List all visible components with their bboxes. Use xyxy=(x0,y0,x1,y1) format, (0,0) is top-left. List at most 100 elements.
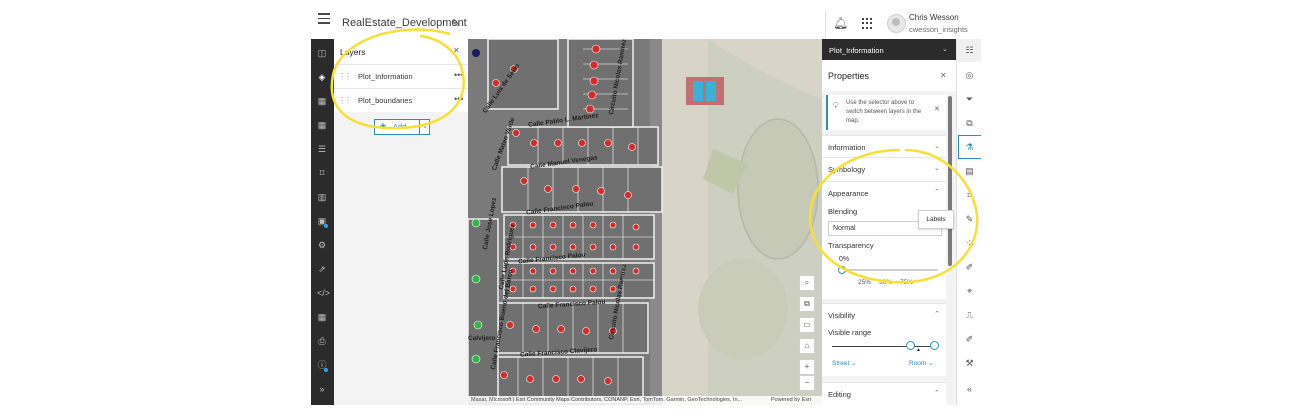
collapse-icon[interactable]: « xyxy=(964,384,975,395)
labels-icon[interactable]: ✎ xyxy=(964,214,975,225)
plot-marker-navy xyxy=(472,49,480,57)
measure-icon[interactable]: ⌖ xyxy=(964,286,975,297)
visible-range-label: Visible range xyxy=(828,328,872,337)
more-options-icon[interactable]: ••• xyxy=(454,94,463,104)
sports-field xyxy=(698,259,788,359)
zoom-out-button[interactable]: − xyxy=(799,375,815,391)
layer-item-plot-information[interactable]: ⋮⋮ Plot_Information ••• xyxy=(334,64,468,88)
left-toolbar: ◫ ◈ ▦ ▦ ☰ ⌑ ▥ ▣ ⚙ ⇗ </> ▦ ⎙ ⓘ » xyxy=(311,39,334,405)
fields-icon[interactable]: ⌗ xyxy=(964,190,975,201)
zoom-in-button[interactable]: + xyxy=(799,359,815,375)
user-name: Chris Wesson xyxy=(909,13,959,22)
analysis-icon[interactable]: ✐ xyxy=(964,334,975,345)
layer-item-plot-boundaries[interactable]: ⋮⋮ Plot_boundaries ••• xyxy=(334,88,468,112)
apps-icon[interactable]: ▦ xyxy=(317,313,327,322)
drag-handle-icon[interactable]: ⋮⋮ xyxy=(338,96,352,105)
app-header: RealEstate_Development ✎ 🔔︎ Chris Wesson… xyxy=(311,0,981,40)
transparency-slider[interactable] xyxy=(838,269,938,271)
current-scale-indicator-icon: ▲ xyxy=(916,347,921,353)
visible-range-min-handle[interactable] xyxy=(906,341,915,350)
add-layer-button[interactable]: ◈ Add ⌄ xyxy=(374,119,430,135)
section-label: Editing xyxy=(828,390,851,399)
transparency-label: Transparency xyxy=(828,241,874,250)
help-indicator-dot xyxy=(324,368,328,372)
map-icon[interactable]: ◫ xyxy=(317,49,327,58)
labels-tooltip: Labels xyxy=(918,210,954,229)
bookmark-icon[interactable]: ⌑ xyxy=(317,169,327,178)
layers-panel-title: Layers xyxy=(340,47,366,57)
wrench-icon[interactable]: ⚒ xyxy=(964,358,975,369)
filter-icon[interactable]: ⏷ xyxy=(964,94,975,105)
user-id: cwesson_insights xyxy=(909,25,968,34)
popups-icon[interactable]: ▤ xyxy=(964,166,975,177)
section-label: Symbology xyxy=(828,165,866,174)
elevation-icon[interactable]: ⎍ xyxy=(964,310,975,321)
map-search-button[interactable]: ⌕ xyxy=(799,275,815,291)
avatar[interactable] xyxy=(887,14,906,33)
sketch-icon[interactable]: ✐ xyxy=(964,262,975,273)
info-notice: 💡︎ Use the selector above to switch betw… xyxy=(826,95,946,130)
layer-selector-value: Plot_Information xyxy=(829,46,884,55)
map-screen-button[interactable]: ▭ xyxy=(799,317,815,333)
embed-code-icon[interactable]: </> xyxy=(317,289,330,298)
properties-title: Properties xyxy=(828,71,870,81)
section-symbology[interactable]: Symbology ⌄ xyxy=(822,157,946,181)
chart-icon[interactable]: ▥ xyxy=(317,193,327,202)
map-view[interactable]: Calle Luis de Salas Calle Pablo L. Marti… xyxy=(468,39,822,405)
chevron-up-icon: ⌃ xyxy=(934,390,940,397)
notifications-bell-icon[interactable]: 🔔︎ xyxy=(833,16,848,30)
range-max-label: Room xyxy=(909,360,927,367)
settings-sliders-icon[interactable]: ☷ xyxy=(964,45,975,56)
menu-icon[interactable] xyxy=(318,13,330,25)
chevron-down-icon: ⌄ xyxy=(934,143,940,150)
section-appearance[interactable]: Appearance ⌃ xyxy=(822,181,946,205)
close-icon[interactable]: ✕ xyxy=(940,71,947,80)
lightbulb-icon: 💡︎ xyxy=(833,101,839,110)
layers-icon[interactable]: ◈ xyxy=(317,73,327,82)
more-options-icon[interactable]: ••• xyxy=(454,70,463,80)
effects-icon[interactable]: ⧉ xyxy=(964,118,975,129)
pool-court-b xyxy=(706,81,716,101)
section-information[interactable]: Information ⌄ xyxy=(822,135,946,159)
blending-label: Blending xyxy=(828,207,858,216)
tennis-courts xyxy=(686,77,724,105)
layer-label: Plot_Information xyxy=(358,72,413,81)
edit-title-icon[interactable]: ✎ xyxy=(451,17,460,30)
properties-header: Properties ✕ xyxy=(822,60,956,91)
transparency-slider-handle[interactable] xyxy=(838,266,846,274)
app-launcher-icon[interactable] xyxy=(862,18,873,29)
powered-by-esri[interactable]: Powered by Esri xyxy=(771,396,811,405)
chevron-down-icon: ⌄ xyxy=(934,165,940,172)
clustering-icon[interactable]: ⁘ xyxy=(964,238,975,249)
close-icon[interactable]: ✕ xyxy=(934,105,940,113)
transparency-tick: 50% xyxy=(879,279,893,286)
share-icon[interactable]: ⇗ xyxy=(317,265,327,274)
app-window: RealEstate_Development ✎ 🔔︎ Chris Wesson… xyxy=(311,0,981,405)
chevron-up-icon: ⌃ xyxy=(934,311,940,318)
visible-range-max-handle[interactable] xyxy=(930,341,939,350)
layer-label: Plot_boundaries xyxy=(358,96,413,105)
close-icon[interactable]: ✕ xyxy=(453,46,460,55)
section-label: Information xyxy=(828,143,866,152)
scrollbar[interactable] xyxy=(948,96,952,266)
section-editing[interactable]: Editing ⌃ xyxy=(822,382,946,405)
settings-icon[interactable]: ⚙ xyxy=(317,241,327,250)
map-canvas xyxy=(468,39,822,405)
visible-range-max[interactable]: Room ⌄ xyxy=(909,359,934,367)
layer-selector[interactable]: Plot_Information ⌄ xyxy=(822,39,956,60)
notice-text: Use the selector above to switch between… xyxy=(846,100,922,124)
styles-icon[interactable]: ◎ xyxy=(964,70,975,81)
print-icon[interactable]: ⎙ xyxy=(317,337,327,346)
transparency-value: 0% xyxy=(839,256,850,263)
expand-icon[interactable]: » xyxy=(317,385,327,394)
list-icon[interactable]: ☰ xyxy=(317,145,327,154)
visible-range-min[interactable]: Street ⌄ xyxy=(832,359,857,367)
basemap-icon[interactable]: ▦ xyxy=(317,97,327,106)
chevron-down-icon: ⌄ xyxy=(942,46,948,53)
drag-handle-icon[interactable]: ⋮⋮ xyxy=(338,72,352,81)
map-layers-button[interactable]: ⧉ xyxy=(799,296,815,312)
grid-icon[interactable]: ▦ xyxy=(317,121,327,130)
properties-icon[interactable]: ⚗ xyxy=(964,142,975,153)
map-home-button[interactable]: ⌂ xyxy=(799,338,815,354)
chevron-down-icon[interactable]: ⌄ xyxy=(419,120,430,134)
